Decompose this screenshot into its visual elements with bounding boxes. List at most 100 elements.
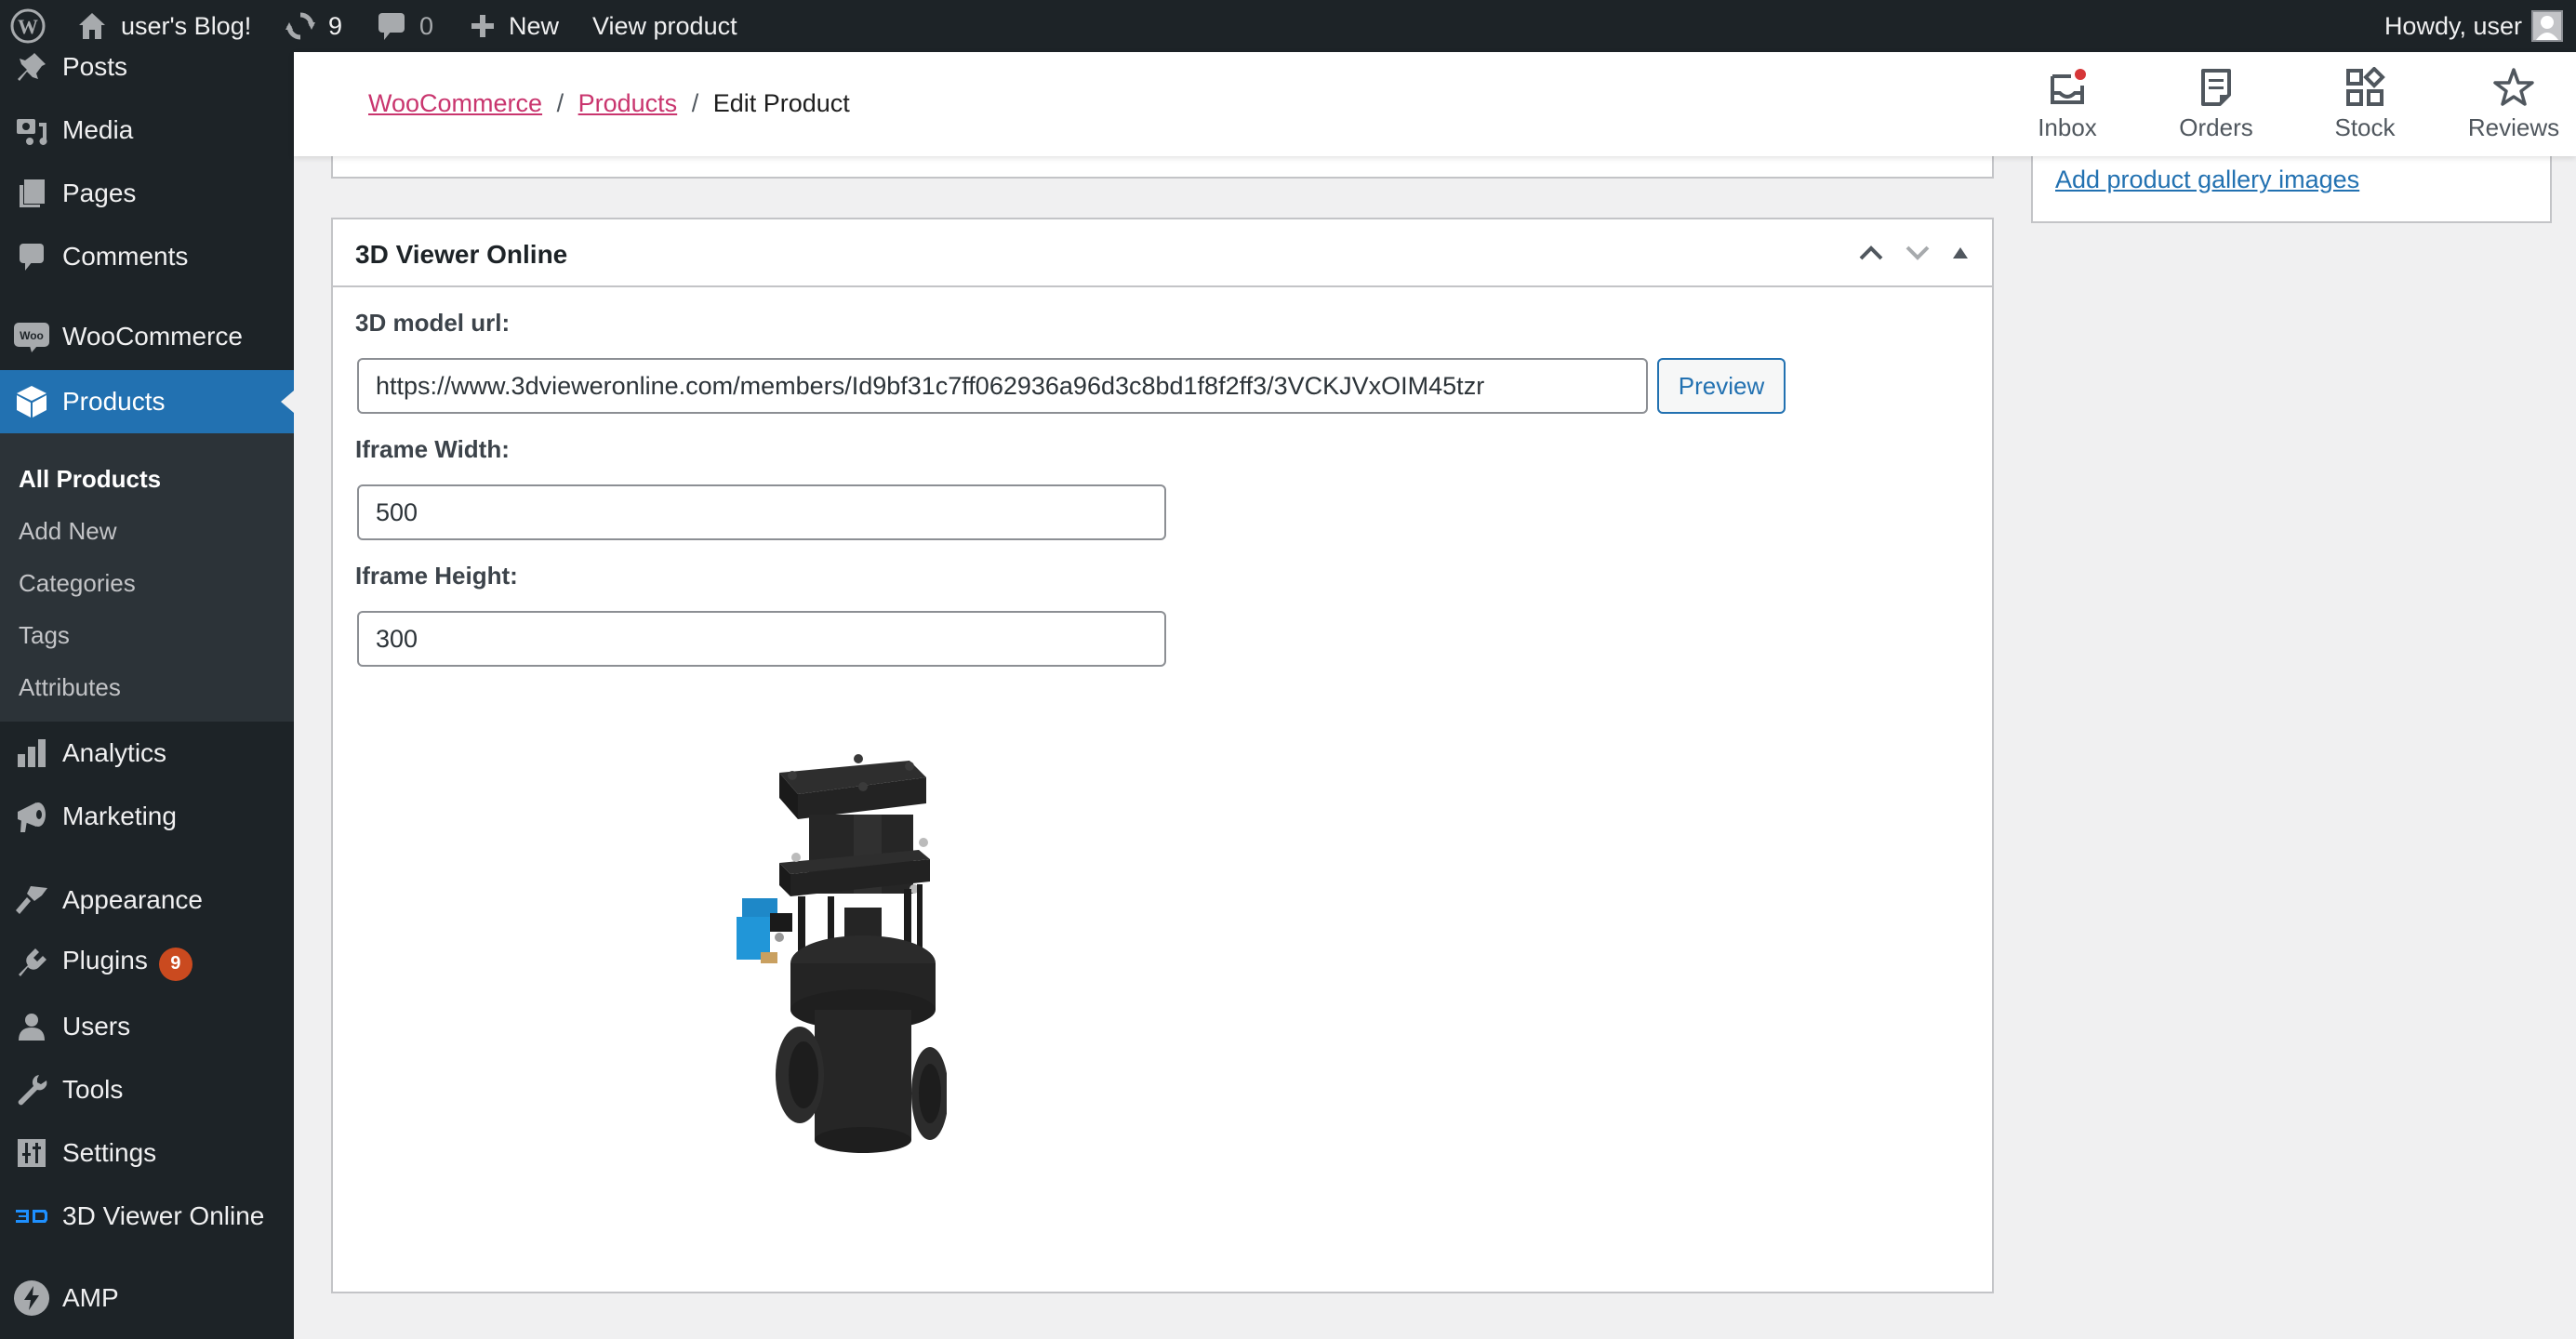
view-product-link[interactable]: View product [592, 0, 737, 52]
orders-icon [2201, 68, 2231, 106]
chevron-down-icon [1905, 245, 1930, 260]
sidebar-label: Pages [62, 179, 137, 207]
activity-label: Orders [2179, 113, 2253, 141]
sidebar-item-analytics[interactable]: Analytics [0, 722, 294, 785]
sidebar-item-woocommerce[interactable]: Woo WooCommerce [0, 305, 294, 368]
breadcrumb-woocommerce[interactable]: WooCommerce [368, 89, 542, 117]
media-icon [13, 112, 50, 149]
preview-button[interactable]: Preview [1657, 358, 1786, 414]
sidebar-item-appearance[interactable]: Appearance [0, 868, 294, 932]
woo-icon: Woo [13, 318, 50, 355]
admin-bar: W user's Blog! 9 0 New View product Howd… [0, 0, 2576, 52]
submenu-all-products[interactable]: All Products [19, 465, 161, 494]
metabox-title: 3D Viewer Online [355, 240, 568, 269]
activity-orders-button[interactable]: Orders [2142, 52, 2291, 156]
iframe-height-input[interactable] [357, 611, 1166, 667]
sidebar-item-media[interactable]: Media [0, 99, 294, 162]
3d-logo-icon [13, 1198, 50, 1235]
sidebar-item-comments[interactable]: Comments [0, 225, 294, 288]
sidebar-item-3d-viewer-online[interactable]: 3D Viewer Online [0, 1185, 294, 1248]
triangle-up-icon [1953, 247, 1968, 259]
activity-stock-button[interactable]: Stock [2291, 52, 2439, 156]
view-product-label: View product [592, 11, 737, 40]
sidebar-label: 3D Viewer Online [62, 1201, 265, 1230]
products-submenu: All Products Add New Categories Tags Att… [0, 433, 294, 722]
howdy-text: Howdy, user [2383, 11, 2522, 40]
chevron-up-icon [1859, 245, 1883, 260]
submenu-attributes[interactable]: Attributes [19, 673, 121, 702]
my-account-menu[interactable]: Howdy, user [2384, 0, 2563, 52]
sidebar-item-products[interactable]: Products [0, 370, 294, 433]
paintbrush-icon [13, 882, 50, 919]
pages-icon [13, 175, 50, 212]
comments-menu[interactable]: 0 [377, 0, 433, 52]
sidebar-label: Tools [62, 1075, 124, 1104]
current-menu-arrow [281, 391, 294, 413]
admin-sidebar: Posts Media Pages Comments Woo WooCommer… [0, 52, 294, 1339]
3d-viewer-metabox: 3D Viewer Online 3D model url: Preview I… [331, 218, 1994, 1293]
submenu-categories[interactable]: Categories [19, 569, 136, 598]
toggle-panel-button[interactable] [1945, 238, 1975, 268]
url-label: 3D model url: [355, 309, 511, 337]
sidebar-label: Marketing [62, 802, 177, 830]
sidebar-item-marketing[interactable]: Marketing [0, 785, 294, 848]
new-content-menu[interactable]: New [470, 0, 559, 52]
avatar [2531, 10, 2563, 42]
svg-text:Woo: Woo [20, 329, 44, 342]
iframe-height-label: Iframe Height: [355, 562, 518, 590]
sidebar-item-tools[interactable]: Tools [0, 1058, 294, 1121]
model-url-input[interactable] [357, 358, 1648, 414]
woocommerce-header: WooCommerce / Products / Edit Product In… [294, 52, 2576, 156]
wrench-icon [13, 1071, 50, 1108]
breadcrumb-separator: / [691, 89, 699, 117]
metabox-header: 3D Viewer Online [333, 219, 1992, 287]
pushpin-icon [13, 48, 50, 86]
sidebar-label: Products [62, 387, 166, 416]
move-down-button[interactable] [1903, 238, 1932, 268]
sidebar-label: Comments [62, 242, 189, 271]
sidebar-label: Analytics [62, 738, 167, 767]
sliders-icon [13, 1134, 50, 1172]
sidebar-label: Media [62, 115, 134, 144]
activity-label: Stock [2334, 113, 2396, 141]
new-label: New [509, 11, 560, 40]
sidebar-item-amp[interactable]: AMP [0, 1266, 294, 1330]
move-up-button[interactable] [1856, 238, 1886, 268]
add-gallery-images-link[interactable]: Add product gallery images [2055, 166, 2359, 194]
sidebar-item-pages[interactable]: Pages [0, 162, 294, 225]
user-icon [13, 1008, 50, 1045]
sidebar-label: Plugins 9 [62, 946, 193, 981]
amp-bolt-icon [13, 1279, 50, 1317]
sidebar-label: Posts [62, 52, 128, 81]
comment-bubble-icon [377, 10, 406, 42]
breadcrumb: WooCommerce / Products / Edit Product [368, 89, 850, 118]
activity-label: Reviews [2467, 113, 2560, 141]
plugins-update-badge: 9 [158, 947, 193, 981]
breadcrumb-products[interactable]: Products [578, 89, 678, 117]
activity-inbox-button[interactable]: Inbox [1993, 52, 2142, 156]
sidebar-label: Settings [62, 1138, 157, 1167]
submenu-tags[interactable]: Tags [19, 621, 70, 650]
iframe-width-input[interactable] [357, 484, 1166, 540]
updates-count: 9 [328, 11, 343, 40]
activity-reviews-button[interactable]: Reviews [2439, 52, 2576, 156]
stock-icon [2346, 66, 2385, 106]
comments-count: 0 [419, 11, 434, 40]
star-icon [2493, 67, 2534, 106]
valve-model-image [737, 754, 949, 1153]
sidebar-item-settings[interactable]: Settings [0, 1121, 294, 1185]
sidebar-item-plugins[interactable]: Plugins 9 [0, 932, 294, 995]
sidebar-item-users[interactable]: Users [0, 995, 294, 1058]
3d-model-preview[interactable] [724, 740, 949, 1168]
breadcrumb-separator: / [556, 89, 564, 117]
inbox-icon [2051, 68, 2086, 104]
submenu-add-new[interactable]: Add New [19, 517, 117, 546]
iframe-width-label: Iframe Width: [355, 435, 510, 463]
sidebar-item-posts[interactable]: Posts [0, 35, 294, 99]
sidebar-label: Users [62, 1012, 131, 1041]
plugins-label: Plugins [62, 946, 148, 975]
breadcrumb-current: Edit Product [712, 89, 850, 117]
megaphone-icon [13, 798, 50, 835]
plus-icon [470, 13, 496, 39]
plug-icon [13, 945, 50, 982]
